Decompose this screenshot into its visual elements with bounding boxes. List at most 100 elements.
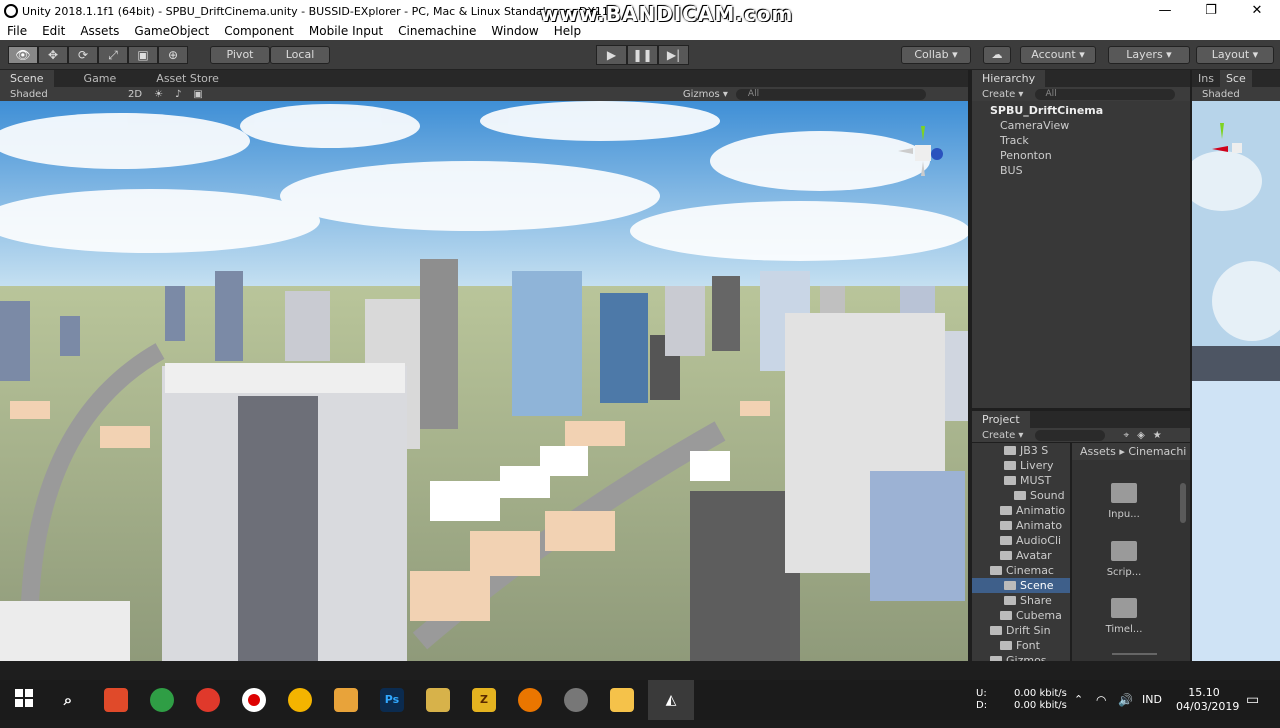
menu-help[interactable]: Help: [547, 24, 589, 38]
secondary-scene-view[interactable]: [1192, 101, 1280, 661]
scene-view[interactable]: [0, 101, 968, 661]
tab-scene[interactable]: Scene: [0, 70, 54, 87]
view-tool-icon[interactable]: 👁: [8, 46, 38, 64]
folder-item[interactable]: Livery: [972, 458, 1070, 473]
hierarchy-scene-root[interactable]: SPBU_DriftCinema: [972, 103, 1190, 118]
maximize-button[interactable]: ❐: [1188, 0, 1234, 22]
file-explorer-app-icon[interactable]: [610, 688, 634, 712]
filter-icon[interactable]: ⌖: [1123, 430, 1129, 441]
breadcrumb-current[interactable]: Cinemachi: [1128, 445, 1186, 458]
project-create-button[interactable]: Create ▾: [982, 430, 1023, 441]
menu-mobile-input[interactable]: Mobile Input: [302, 24, 391, 38]
tab-hierarchy[interactable]: Hierarchy: [972, 70, 1046, 87]
menu-window[interactable]: Window: [484, 24, 546, 38]
blender-app-icon[interactable]: [518, 688, 542, 712]
chrome-app-icon[interactable]: [288, 688, 312, 712]
maps-app-icon[interactable]: [196, 688, 220, 712]
folder-item[interactable]: Share: [972, 593, 1070, 608]
project-search-input[interactable]: [1035, 429, 1106, 441]
hierarchy-create-button[interactable]: Create ▾: [982, 89, 1023, 100]
collab-button[interactable]: Collab ▾: [901, 46, 971, 64]
icon-size-slider[interactable]: [1112, 653, 1157, 655]
folder-item[interactable]: Drift Sin: [972, 623, 1070, 638]
effects-icon[interactable]: ▣: [193, 89, 202, 100]
label-icon[interactable]: ◈: [1137, 430, 1145, 441]
tab-inspector[interactable]: Ins: [1192, 70, 1220, 87]
folder-item-selected[interactable]: Scene: [972, 578, 1070, 593]
record-app-icon[interactable]: [242, 688, 266, 712]
windows-start-icon[interactable]: [12, 688, 36, 712]
tab-project[interactable]: Project: [972, 411, 1030, 428]
move-tool-icon[interactable]: ✥: [38, 46, 68, 64]
folder-item[interactable]: Sound: [972, 488, 1070, 503]
play-button[interactable]: ▶: [596, 45, 627, 65]
secondary-shading-dropdown[interactable]: Shaded: [1202, 89, 1240, 100]
search-icon[interactable]: ⌕: [56, 688, 80, 712]
2d-toggle[interactable]: 2D: [128, 89, 142, 100]
folder-item[interactable]: Gizmos: [972, 653, 1070, 661]
favorite-star-icon[interactable]: ★: [1153, 430, 1162, 441]
menu-cinemachine[interactable]: Cinemachine: [391, 24, 484, 38]
hierarchy-search-input[interactable]: All: [1035, 88, 1176, 100]
asset-tile[interactable]: Scrip...: [1094, 541, 1154, 578]
bandicam-app-icon[interactable]: [104, 688, 128, 712]
cloud-icon[interactable]: ☁: [983, 46, 1011, 64]
transform-tool-icon[interactable]: ⊕: [158, 46, 188, 64]
scale-tool-icon[interactable]: ⤢: [98, 46, 128, 64]
folder-item[interactable]: MUST: [972, 473, 1070, 488]
language-indicator[interactable]: IND: [1142, 680, 1162, 720]
menu-assets[interactable]: Assets: [73, 24, 127, 38]
folder-item[interactable]: AudioCli: [972, 533, 1070, 548]
audio-icon[interactable]: ♪: [175, 89, 181, 100]
volume-icon[interactable]: 🔊: [1118, 680, 1133, 720]
account-dropdown[interactable]: Account ▾: [1020, 46, 1096, 64]
hierarchy-item[interactable]: BUS: [972, 163, 1190, 178]
shading-mode-dropdown[interactable]: Shaded: [10, 89, 118, 100]
folder-item[interactable]: Animato: [972, 518, 1070, 533]
hierarchy-item[interactable]: CameraView: [972, 118, 1190, 133]
clock[interactable]: 15.10 04/03/2019: [1176, 686, 1239, 726]
lighting-icon[interactable]: ☀: [154, 89, 163, 100]
folder-item[interactable]: JB3 S: [972, 443, 1070, 458]
scene-search-input[interactable]: All: [735, 88, 926, 100]
rotate-tool-icon[interactable]: ⟳: [68, 46, 98, 64]
folder-item[interactable]: Avatar: [972, 548, 1070, 563]
close-button[interactable]: ✕: [1234, 0, 1280, 22]
tab-scene-secondary[interactable]: Sce: [1219, 70, 1252, 87]
folder-item[interactable]: Cubema: [972, 608, 1070, 623]
tab-asset-store[interactable]: Asset Store: [146, 70, 229, 87]
layers-dropdown[interactable]: Layers ▾: [1108, 46, 1190, 64]
tab-game[interactable]: Game: [74, 70, 127, 87]
photoshop-app-icon[interactable]: Ps: [380, 688, 404, 712]
minimize-button[interactable]: —: [1142, 0, 1188, 22]
z-app-icon[interactable]: Z: [472, 688, 496, 712]
local-toggle[interactable]: Local: [270, 46, 330, 64]
folder-item[interactable]: Cinemac: [972, 563, 1070, 578]
browser-app-icon[interactable]: [150, 688, 174, 712]
menu-component[interactable]: Component: [217, 24, 302, 38]
hierarchy-item[interactable]: Penonton: [972, 148, 1190, 163]
asset-tile[interactable]: Timel...: [1094, 598, 1154, 635]
menu-gameobject[interactable]: GameObject: [127, 24, 217, 38]
winrar-app-icon[interactable]: [334, 688, 358, 712]
gizmos-dropdown[interactable]: Gizmos ▾: [683, 89, 728, 100]
pause-button[interactable]: ❚❚: [627, 45, 658, 65]
notification-icon[interactable]: ▭: [1246, 680, 1259, 720]
hierarchy-item[interactable]: Track: [972, 133, 1190, 148]
folder-item[interactable]: Animatio: [972, 503, 1070, 518]
orientation-gizmo[interactable]: [893, 121, 953, 181]
unity-app-icon[interactable]: ◭: [648, 680, 694, 720]
menu-file[interactable]: File: [0, 24, 35, 38]
wifi-icon[interactable]: ◠: [1096, 680, 1106, 720]
app-icon[interactable]: [564, 688, 588, 712]
image-editor-app-icon[interactable]: [426, 688, 450, 712]
step-button[interactable]: ▶|: [658, 45, 689, 65]
asset-grid-scrollbar[interactable]: [1180, 483, 1186, 523]
layout-dropdown[interactable]: Layout ▾: [1196, 46, 1274, 64]
breadcrumb-assets[interactable]: Assets: [1080, 445, 1116, 458]
asset-tile[interactable]: Inpu...: [1094, 483, 1154, 520]
tray-chevron-icon[interactable]: ⌃: [1074, 680, 1083, 720]
menu-edit[interactable]: Edit: [35, 24, 73, 38]
folder-item[interactable]: Font: [972, 638, 1070, 653]
pivot-toggle[interactable]: Pivot: [210, 46, 270, 64]
